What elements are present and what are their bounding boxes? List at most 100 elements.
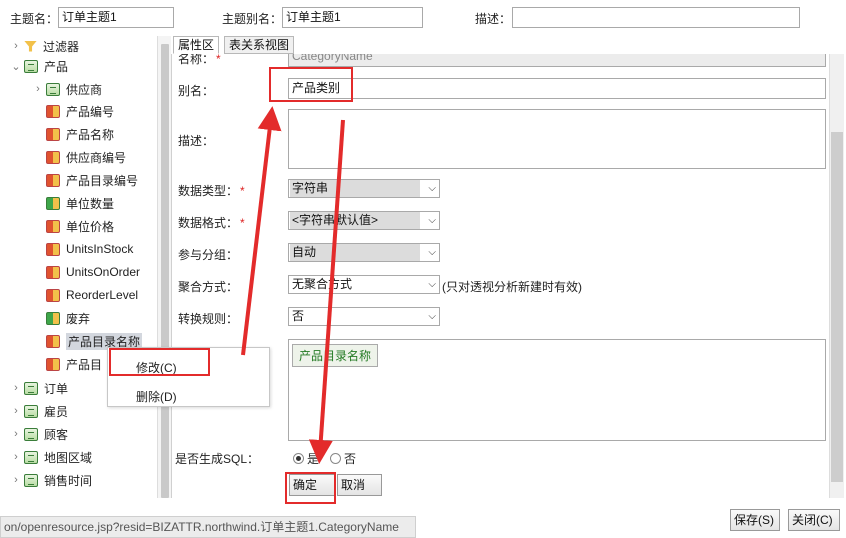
datatype-label: 数据类型： * bbox=[178, 182, 245, 199]
theme-header: 主题名： 订单主题1 主题别名： 订单主题1 描述： bbox=[0, 0, 846, 36]
dimension-icon bbox=[24, 473, 38, 487]
conversion-select[interactable]: 否 ⌵ bbox=[288, 307, 440, 326]
dimension-icon bbox=[24, 59, 38, 73]
tree-node-label: UnitsOnOrder bbox=[66, 265, 141, 279]
tree-node-product[interactable]: ⌄ 产品 bbox=[10, 56, 68, 76]
attribute-icon bbox=[46, 357, 60, 371]
tree-node-order[interactable]: › 订单 bbox=[10, 378, 68, 398]
tree-node-label: 产品编号 bbox=[66, 104, 115, 119]
dataformat-select[interactable]: <字符串默认值> ⌵ bbox=[288, 211, 440, 230]
tree-node-label: UnitsInStock bbox=[66, 242, 134, 256]
tree-node-label: 过滤器 bbox=[43, 39, 80, 54]
annotation-box-ok bbox=[285, 472, 336, 504]
description-input[interactable] bbox=[512, 7, 800, 28]
tree-node-label: 产品目 bbox=[66, 357, 103, 372]
required-marker: * bbox=[216, 54, 221, 66]
tree-node-attr[interactable]: 产品名称 bbox=[46, 124, 114, 144]
alias-label: 别名： bbox=[178, 84, 215, 98]
chevron-right-icon[interactable]: › bbox=[10, 428, 22, 440]
gen-sql-label: 是否生成SQL： bbox=[175, 452, 260, 466]
tree-scrollbar[interactable] bbox=[157, 36, 171, 498]
dimension-icon bbox=[24, 404, 38, 418]
cancel-button[interactable]: 取消(C) bbox=[337, 474, 382, 496]
theme-alias-label: 主题别名： bbox=[222, 12, 283, 26]
tree-node-customer[interactable]: › 顾客 bbox=[10, 424, 68, 444]
tree-node-supplier[interactable]: › 供应商 bbox=[32, 79, 102, 99]
tree-node-label: 地图区域 bbox=[44, 450, 93, 465]
filter-icon bbox=[24, 40, 37, 52]
tree-node-attr[interactable]: 产品目 bbox=[46, 354, 102, 374]
attribute-icon bbox=[46, 288, 60, 302]
menu-item-delete[interactable]: 删除(D) bbox=[136, 388, 177, 405]
dimension-icon bbox=[24, 450, 38, 464]
tab-properties[interactable]: 属性区 bbox=[173, 36, 220, 54]
gen-sql-no-radio[interactable]: 否 bbox=[330, 450, 356, 467]
name-input[interactable]: CategoryName bbox=[288, 54, 826, 67]
attribute-icon bbox=[46, 242, 60, 256]
scrollbar-thumb[interactable] bbox=[161, 44, 169, 498]
close-button[interactable]: 关闭(C) bbox=[788, 509, 840, 531]
chevron-right-icon[interactable]: › bbox=[10, 405, 22, 417]
tree-node-attr[interactable]: 单位价格 bbox=[46, 216, 114, 236]
chevron-right-icon[interactable]: › bbox=[10, 474, 22, 486]
desc-textarea[interactable] bbox=[288, 109, 826, 169]
chevron-right-icon[interactable]: › bbox=[32, 83, 44, 95]
chevron-down-icon: ⌵ bbox=[428, 183, 436, 194]
dataformat-label-text: 数据格式： bbox=[178, 216, 239, 230]
tree-node-attr[interactable]: ReorderLevel bbox=[46, 285, 138, 305]
dimension-icon bbox=[46, 82, 60, 96]
theme-name-input[interactable]: 订单主题1 bbox=[58, 7, 174, 28]
attribute-icon bbox=[46, 127, 60, 141]
radio-empty-icon bbox=[330, 453, 341, 464]
tree-node-label: 供应商 bbox=[66, 82, 103, 97]
dataformat-label: 数据格式： * bbox=[178, 214, 245, 231]
datatype-value: 字符串 bbox=[290, 180, 420, 197]
tree-node-attr[interactable]: 供应商编号 bbox=[46, 147, 126, 167]
grouping-value: 自动 bbox=[290, 244, 420, 261]
tab-relations-view[interactable]: 表关系视图 bbox=[224, 36, 295, 54]
grouping-select[interactable]: 自动 ⌵ bbox=[288, 243, 440, 262]
form-scrollbar[interactable] bbox=[829, 54, 844, 498]
required-marker: * bbox=[240, 184, 245, 198]
tree-node-attr[interactable]: 单位数量 bbox=[46, 193, 114, 213]
grouping-label: 参与分组： bbox=[178, 248, 239, 262]
expression-field-chip[interactable]: 产品目录名称 bbox=[292, 344, 379, 367]
theme-alias-input[interactable]: 订单主题1 bbox=[282, 7, 423, 28]
conversion-label: 转换规则： bbox=[178, 312, 239, 326]
attribute-icon bbox=[46, 219, 60, 233]
attribute-icon bbox=[46, 265, 60, 279]
gen-sql-yes-radio[interactable]: 是 bbox=[293, 450, 319, 467]
aggregation-select[interactable]: 无聚合方式 ⌵ bbox=[288, 275, 440, 294]
chevron-right-icon[interactable]: › bbox=[10, 451, 22, 463]
datatype-select[interactable]: 字符串 ⌵ bbox=[288, 179, 440, 198]
tree-node-attr[interactable]: 产品编号 bbox=[46, 101, 114, 121]
tree-node-attr[interactable]: UnitsInStock bbox=[46, 239, 133, 259]
gen-sql-no-label: 否 bbox=[344, 452, 357, 466]
attribute-icon bbox=[46, 334, 60, 348]
tree-node-filter[interactable]: › 过滤器 bbox=[10, 36, 79, 56]
annotation-box-edit bbox=[109, 348, 210, 376]
tree-node-sales-time[interactable]: › 销售时间 bbox=[10, 470, 92, 490]
tree-node-attr[interactable]: 废弃 bbox=[46, 308, 90, 328]
conversion-value: 否 bbox=[292, 309, 305, 323]
tree-node-attr[interactable]: 产品目录编号 bbox=[46, 170, 138, 190]
chevron-right-icon[interactable]: › bbox=[10, 40, 22, 52]
datatype-label-text: 数据类型： bbox=[178, 184, 239, 198]
chevron-right-icon[interactable]: › bbox=[10, 382, 22, 394]
tree-node-label: 产品 bbox=[44, 59, 69, 74]
alias-input[interactable]: 产品类别 bbox=[288, 78, 826, 99]
aggregation-value: 无聚合方式 bbox=[292, 277, 353, 291]
save-button[interactable]: 保存(S) bbox=[730, 509, 780, 531]
tree-node-label: ReorderLevel bbox=[66, 288, 139, 302]
tree-node-employee[interactable]: › 雇员 bbox=[10, 401, 68, 421]
tree-node-attr[interactable]: UnitsOnOrder bbox=[46, 262, 140, 282]
chevron-down-icon: ⌵ bbox=[428, 247, 436, 258]
status-bar-url: on/openresource.jsp?resid=BIZATTR.northw… bbox=[0, 516, 416, 538]
tree-node-region[interactable]: › 地图区域 bbox=[10, 447, 92, 467]
aggregation-label: 聚合方式： bbox=[178, 280, 239, 294]
attribute-icon bbox=[46, 173, 60, 187]
scrollbar-thumb[interactable] bbox=[831, 132, 843, 482]
chevron-down-icon[interactable]: ⌄ bbox=[10, 60, 22, 73]
tree-node-label: 雇员 bbox=[44, 404, 69, 419]
attribute-icon bbox=[46, 196, 60, 210]
